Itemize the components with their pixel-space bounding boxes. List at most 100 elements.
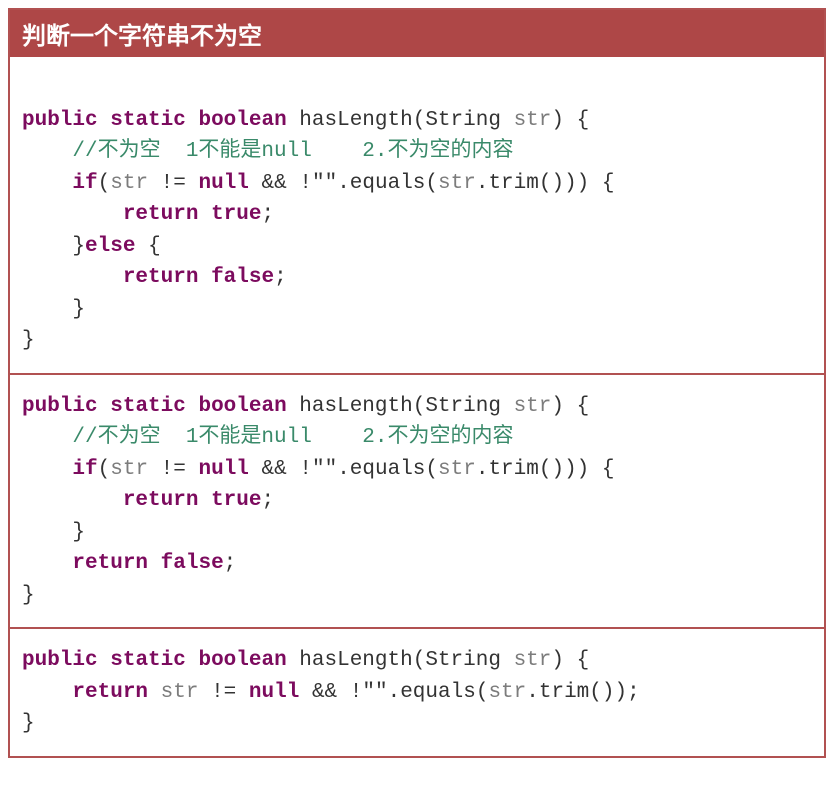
- string-empty: "": [362, 681, 387, 704]
- method-name: hasLength: [299, 649, 412, 672]
- keyword-return: return: [72, 552, 148, 575]
- method-trim: trim: [539, 681, 589, 704]
- op-neq: !=: [161, 458, 186, 481]
- brace: }: [72, 235, 85, 258]
- keyword-boolean: boolean: [198, 649, 286, 672]
- dot: .: [337, 458, 350, 481]
- brace: }: [72, 521, 85, 544]
- paren: (: [425, 172, 438, 195]
- brace: {: [602, 172, 615, 195]
- op-not: !: [350, 681, 363, 704]
- paren: ): [551, 649, 564, 672]
- type-string: String: [425, 395, 501, 418]
- var-str: str: [438, 172, 476, 195]
- var-str: str: [514, 109, 552, 132]
- paren: (: [98, 172, 111, 195]
- semicolon: ;: [627, 681, 640, 704]
- semicolon: ;: [261, 203, 274, 226]
- paren: (: [413, 109, 426, 132]
- code-block-2: public static boolean hasLength(String s…: [10, 375, 824, 630]
- var-str: str: [488, 681, 526, 704]
- comment-line: //不为空 1不能是null 2.不为空的内容: [72, 426, 513, 449]
- section-header: 判断一个字符串不为空: [10, 10, 824, 57]
- method-equals: equals: [350, 172, 426, 195]
- dot: .: [476, 172, 489, 195]
- method-equals: equals: [400, 681, 476, 704]
- paren: (: [413, 649, 426, 672]
- paren: ): [551, 395, 564, 418]
- brace: {: [148, 235, 161, 258]
- brace: }: [72, 298, 85, 321]
- var-str: str: [514, 395, 552, 418]
- code-block-3: public static boolean hasLength(String s…: [10, 629, 824, 756]
- keyword-false: false: [161, 552, 224, 575]
- var-str: str: [514, 649, 552, 672]
- keyword-if: if: [72, 172, 97, 195]
- code-example-container: 判断一个字符串不为空 public static boolean hasLeng…: [8, 8, 826, 758]
- brace: }: [22, 584, 35, 607]
- paren: (: [425, 458, 438, 481]
- semicolon: ;: [274, 266, 287, 289]
- var-str: str: [110, 172, 148, 195]
- paren: (: [476, 681, 489, 704]
- keyword-true: true: [211, 203, 261, 226]
- paren: (: [98, 458, 111, 481]
- type-string: String: [425, 109, 501, 132]
- keyword-return: return: [123, 489, 199, 512]
- keyword-null: null: [199, 458, 249, 481]
- keyword-else: else: [85, 235, 135, 258]
- keyword-false: false: [211, 266, 274, 289]
- dot: .: [337, 172, 350, 195]
- var-str: str: [161, 681, 199, 704]
- keyword-boolean: boolean: [198, 395, 286, 418]
- keyword-public: public: [22, 395, 98, 418]
- keyword-return: return: [123, 203, 199, 226]
- string-empty: "": [312, 458, 337, 481]
- method-equals: equals: [350, 458, 426, 481]
- keyword-if: if: [72, 458, 97, 481]
- dot: .: [388, 681, 401, 704]
- keyword-public: public: [22, 649, 98, 672]
- var-str: str: [438, 458, 476, 481]
- brace: {: [577, 109, 590, 132]
- keyword-static: static: [110, 649, 186, 672]
- paren: ): [551, 109, 564, 132]
- semicolon: ;: [224, 552, 237, 575]
- op-not: !: [299, 172, 312, 195]
- dot: .: [526, 681, 539, 704]
- type-string: String: [425, 649, 501, 672]
- keyword-true: true: [211, 489, 261, 512]
- semicolon: ;: [261, 489, 274, 512]
- paren: ())): [539, 458, 589, 481]
- keyword-null: null: [249, 681, 299, 704]
- keyword-static: static: [110, 109, 186, 132]
- method-trim: trim: [488, 172, 538, 195]
- brace: {: [577, 649, 590, 672]
- string-empty: "": [312, 172, 337, 195]
- brace: }: [22, 329, 35, 352]
- brace: {: [602, 458, 615, 481]
- header-title: 判断一个字符串不为空: [22, 23, 262, 50]
- keyword-public: public: [22, 109, 98, 132]
- op-and: &&: [312, 681, 337, 704]
- paren: ())): [539, 172, 589, 195]
- var-str: str: [110, 458, 148, 481]
- op-and: &&: [262, 172, 287, 195]
- op-neq: !=: [211, 681, 236, 704]
- method-trim: trim: [488, 458, 538, 481]
- keyword-return: return: [123, 266, 199, 289]
- op-and: &&: [262, 458, 287, 481]
- method-name: hasLength: [299, 109, 412, 132]
- keyword-boolean: boolean: [198, 109, 286, 132]
- dot: .: [476, 458, 489, 481]
- paren: ()): [589, 681, 627, 704]
- paren: (: [413, 395, 426, 418]
- keyword-static: static: [110, 395, 186, 418]
- comment-line: //不为空 1不能是null 2.不为空的内容: [72, 140, 513, 163]
- brace: }: [22, 712, 35, 735]
- op-not: !: [299, 458, 312, 481]
- keyword-null: null: [199, 172, 249, 195]
- op-neq: !=: [161, 172, 186, 195]
- brace: {: [577, 395, 590, 418]
- keyword-return: return: [72, 681, 148, 704]
